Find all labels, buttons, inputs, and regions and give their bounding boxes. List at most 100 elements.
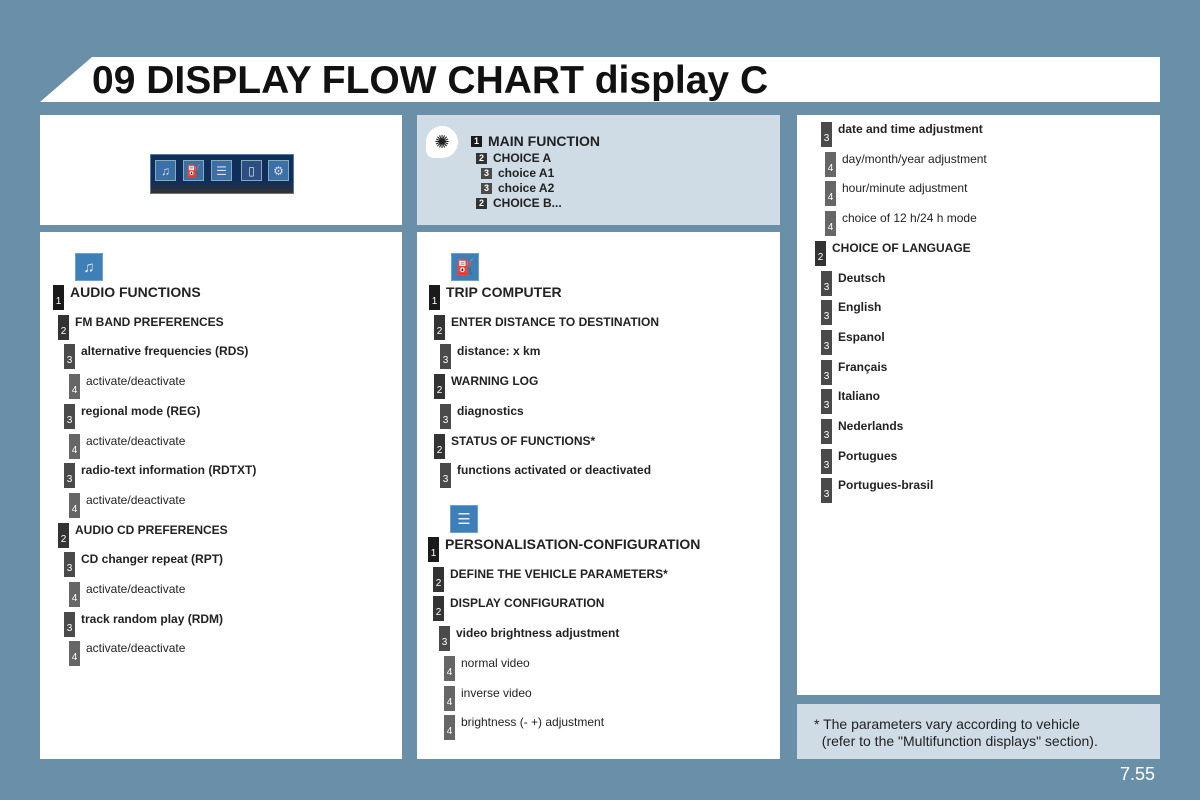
level-badge: 4	[69, 433, 80, 459]
list-item: 4 normal video	[444, 655, 530, 681]
list-item: 4 activate/deactivate	[69, 582, 185, 607]
item-label: CHOICE OF LANGUAGE	[832, 240, 971, 255]
list-item: 2 CHOICE OF LANGUAGE	[815, 240, 971, 266]
sliders-icon: ☰	[450, 505, 478, 533]
level-badge: 3	[821, 359, 832, 385]
item-label: activate/deactivate	[86, 374, 186, 389]
item-label: ENTER DISTANCE TO DESTINATION	[451, 314, 660, 329]
level-badge: 2	[434, 433, 445, 459]
telephone-icon: ▯	[241, 160, 262, 181]
list-item: 3 Italiano	[821, 389, 880, 415]
level-badge: 2	[433, 566, 444, 592]
trip-computer-icon: ⛽	[183, 160, 204, 181]
list-item: 3 Portugues	[821, 448, 898, 474]
level-badge: 2	[58, 314, 69, 340]
list-item: 4 hour/minute adjustment	[825, 181, 968, 207]
level-badge: 4	[444, 655, 455, 681]
item-label: TRIP COMPUTER	[446, 284, 562, 300]
level-badge: 1	[428, 537, 439, 562]
level-badge: 3	[64, 344, 75, 370]
legend-item: 1 MAIN FUNCTION	[471, 133, 600, 149]
level-badge: 4	[825, 181, 836, 207]
level-badge: 3	[64, 552, 75, 578]
level-badge: 3	[821, 389, 832, 415]
list-item: 2 AUDIO CD PREFERENCES	[58, 522, 228, 548]
item-label: radio-text information (RDTXT)	[81, 463, 257, 478]
legend-item: 2 CHOICE B...	[476, 196, 562, 210]
legend-item: 3 choice A1	[481, 166, 554, 180]
lightbulb-icon: ✺	[426, 126, 458, 158]
level-badge: 3	[821, 448, 832, 474]
level-badge: 2	[58, 522, 69, 548]
item-label: AUDIO FUNCTIONS	[70, 284, 201, 300]
list-item: 4 inverse video	[444, 685, 532, 711]
item-label: track random play (RDM)	[81, 611, 224, 626]
list-item: 1 PERSONALISATION-CONFIGURATION	[428, 537, 700, 562]
page-title: 09 DISPLAY FLOW CHART display C	[92, 59, 769, 102]
footnote: * The parameters vary according to vehic…	[814, 716, 1098, 749]
list-item: 3 Espanol	[821, 329, 885, 355]
item-label: Portugues-brasil	[838, 478, 934, 493]
page-number: 7.55	[1120, 764, 1156, 784]
item-label: WARNING LOG	[451, 374, 539, 389]
level-badge: 3	[440, 344, 451, 370]
list-item: 4 brightness (- +) adjustment	[444, 715, 605, 741]
level-badge: 3	[821, 478, 832, 504]
level-badge: 4	[825, 211, 836, 237]
settings-icon: ⚙	[268, 160, 289, 181]
list-item: 4 day/month/year adjustment	[825, 151, 987, 177]
list-item: 3 Portugues-brasil	[821, 478, 934, 504]
list-item: 3 Deutsch	[821, 270, 886, 296]
item-label: hour/minute adjustment	[842, 181, 968, 196]
list-item: 2 STATUS OF FUNCTIONS*	[434, 433, 596, 459]
list-item: 3 regional mode (REG)	[64, 403, 201, 429]
level-badge: 1	[53, 285, 64, 310]
list-item: 2 DISPLAY CONFIGURATION	[433, 596, 605, 622]
audio-icon: ♫	[75, 253, 103, 281]
item-label: CD changer repeat (RPT)	[81, 552, 224, 567]
icon-strip: ♫ ⛽ ☰ ▯ ⚙	[150, 154, 294, 194]
level-badge: 4	[69, 641, 80, 667]
level-badge: 3	[64, 463, 75, 489]
level-badge: 4	[69, 374, 80, 400]
personalisation-icon: ☰	[211, 160, 232, 181]
level-badge: 2	[434, 374, 445, 400]
list-item: 3 video brightness adjustment	[439, 626, 619, 652]
item-label: regional mode (REG)	[81, 403, 201, 418]
level-badge: 3	[821, 419, 832, 444]
list-item: 1 TRIP COMPUTER	[429, 285, 562, 310]
level-badge: 4	[69, 492, 80, 518]
level-badge: 4	[825, 151, 836, 177]
list-item: 2 ENTER DISTANCE TO DESTINATION	[434, 314, 660, 340]
level-badge: 2	[815, 240, 826, 266]
list-item: 2 FM BAND PREFERENCES	[58, 314, 224, 340]
item-label: Nederlands	[838, 419, 904, 433]
item-label: Deutsch	[838, 270, 886, 285]
item-label: DISPLAY CONFIGURATION	[450, 596, 605, 611]
item-label: FM BAND PREFERENCES	[75, 314, 224, 329]
list-item: 3 functions activated or deactivated	[440, 463, 652, 489]
item-label: Portugues	[838, 448, 898, 463]
level-badge: 3	[440, 403, 451, 429]
item-label: brightness (- +) adjustment	[461, 715, 605, 730]
item-label: functions activated or deactivated	[457, 463, 652, 478]
item-label: choice of 12 h/24 h mode	[842, 211, 977, 226]
level-badge: 3	[440, 463, 451, 489]
list-item: 3 diagnostics	[440, 403, 524, 429]
item-label: STATUS OF FUNCTIONS*	[451, 433, 596, 448]
list-item: 3 Nederlands	[821, 419, 903, 444]
item-label: activate/deactivate	[86, 492, 186, 507]
item-label: alternative frequencies (RDS)	[81, 344, 249, 359]
item-label: activate/deactivate	[86, 641, 186, 656]
list-item: 2 DEFINE THE VEHICLE PARAMETERS*	[433, 566, 668, 592]
legend-item: 2 CHOICE A	[476, 151, 551, 165]
item-label: normal video	[461, 655, 530, 670]
level-badge: 3	[821, 270, 832, 296]
list-item: 4 activate/deactivate	[69, 374, 186, 400]
item-label: distance: x km	[457, 344, 541, 359]
item-label: activate/deactivate	[86, 582, 186, 596]
item-label: AUDIO CD PREFERENCES	[75, 522, 228, 537]
list-item: 3 track random play (RDM)	[64, 611, 224, 637]
list-item: 4 activate/deactivate	[69, 433, 185, 459]
item-label: Français	[838, 359, 888, 374]
